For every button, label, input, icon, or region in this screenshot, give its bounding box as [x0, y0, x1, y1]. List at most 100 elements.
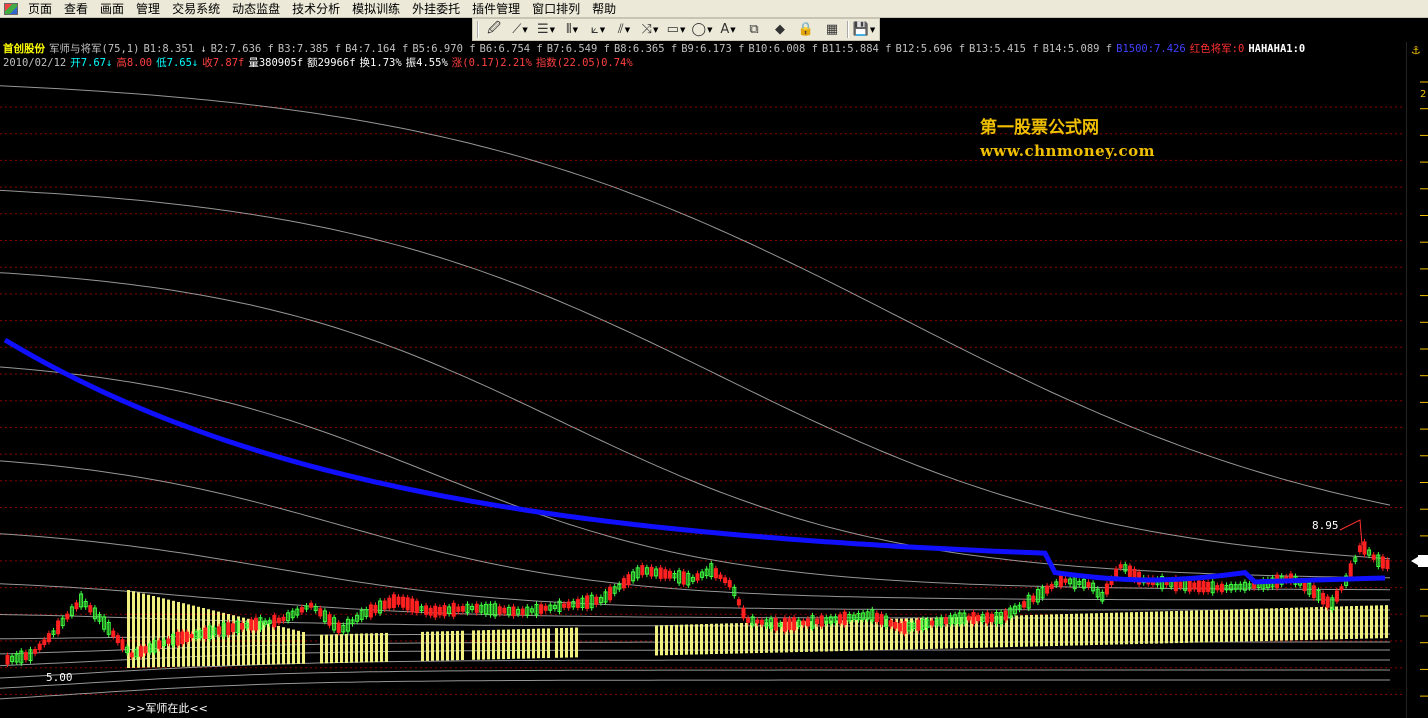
dropdown-arrow-icon[interactable]: ▼ [522, 26, 527, 34]
candle-body [1022, 601, 1027, 608]
menu-item-9[interactable]: 插件管理 [466, 0, 526, 18]
dropdown-arrow-icon[interactable]: ▼ [730, 26, 735, 34]
dropdown-arrow-icon[interactable]: ▼ [573, 26, 578, 34]
menu-item-4[interactable]: 交易系统 [166, 0, 226, 18]
channel-tool-icon[interactable]: ☰ ▼ [533, 19, 559, 40]
dropdown-arrow-icon[interactable]: ▼ [600, 26, 605, 34]
menu-item-7[interactable]: 模拟训练 [346, 0, 406, 18]
candle-body [46, 633, 51, 643]
candle-body [543, 605, 548, 611]
toolbar-separator [477, 21, 479, 38]
quote-volume: 量380905f [248, 57, 304, 69]
candle-body [1357, 545, 1362, 553]
candle-body [608, 586, 613, 601]
menu-item-3[interactable]: 管理 [130, 0, 166, 18]
indicator-info-line: 首创股份 军师与将军(75,1) B1:8.351 ↓ B2:7.636 f B3:… [3, 43, 1309, 56]
volume-bar [1235, 609, 1238, 642]
volume-bar [517, 629, 520, 659]
candle-body [879, 614, 884, 625]
volume-bar [380, 633, 383, 662]
dropdown-arrow-icon[interactable]: ▼ [680, 26, 685, 34]
volume-bar [1045, 614, 1048, 647]
lock-icon[interactable]: 🔒 [793, 19, 819, 40]
candle-body [1380, 556, 1385, 569]
volume-bar [1190, 610, 1193, 643]
volume-bar [1085, 613, 1088, 646]
volume-bar [1140, 611, 1143, 644]
kline-chart[interactable] [0, 70, 1428, 718]
candle-body [842, 611, 847, 625]
volume-bar [1170, 611, 1173, 644]
candle-body [166, 638, 171, 644]
volume-bar [1030, 615, 1033, 647]
candle-body [74, 602, 79, 610]
dropdown-arrow-icon[interactable]: ▼ [550, 26, 555, 34]
candle-body [792, 617, 797, 631]
candle-body [336, 622, 341, 633]
candle-body [253, 617, 258, 631]
volume-bar [477, 630, 480, 660]
volume-bar [282, 627, 285, 665]
text-tool-icon[interactable]: A ▼ [715, 19, 741, 40]
menu-item-10[interactable]: 窗口排列 [526, 0, 586, 18]
volume-bar [217, 611, 220, 666]
volume-bar [1195, 610, 1198, 643]
volume-bar [1115, 612, 1118, 645]
candle-body [120, 639, 125, 650]
b-value-14: B14:5.089 f [1042, 43, 1113, 55]
b-curve-6 [0, 533, 1390, 611]
fibonacci-tool-icon[interactable]: ⤨ ▼ [637, 19, 663, 40]
volume-bar [1175, 611, 1178, 644]
candle-body [424, 605, 429, 615]
cycle-tool-icon[interactable]: ⦀ ▼ [559, 19, 585, 40]
volume-bars [127, 590, 1388, 668]
candle-body [175, 631, 180, 646]
volume-bar [297, 630, 300, 664]
chart-grid [0, 106, 1405, 695]
volume-bar [1200, 610, 1203, 643]
parallel-tool-icon[interactable]: ⫽ ▼ [611, 19, 637, 40]
candle-body [451, 602, 456, 617]
rectangle-tool-icon[interactable]: ▭ ▼ [663, 19, 689, 40]
menu-item-2[interactable]: 画面 [94, 0, 130, 18]
volume-bar [1340, 606, 1343, 640]
volume-bar [740, 623, 743, 654]
volume-bar [655, 625, 658, 656]
volume-bar [685, 624, 688, 655]
candle-body [782, 617, 787, 632]
candle-body [157, 640, 162, 649]
menu-item-6[interactable]: 技术分析 [286, 0, 346, 18]
dropdown-arrow-icon[interactable]: ▼ [653, 26, 658, 34]
menu-item-11[interactable]: 帮助 [586, 0, 622, 18]
volume-bar [1385, 605, 1388, 639]
menu-item-0[interactable]: 页面 [22, 0, 58, 18]
line-tool-icon[interactable]: ⟋ ▼ [507, 19, 533, 40]
copy-icon[interactable]: ⧉ [741, 19, 767, 40]
grid-color-icon[interactable]: ▦ [819, 19, 845, 40]
menu-item-1[interactable]: 查看 [58, 0, 94, 18]
dropdown-arrow-icon[interactable]: ▼ [707, 26, 712, 34]
candle-body [111, 630, 116, 637]
save-icon[interactable]: 💾 ▼ [851, 19, 877, 40]
gann-tool-icon[interactable]: ⟀ ▼ [585, 19, 611, 40]
volume-bar [555, 628, 558, 658]
diamond-icon[interactable]: ◆ [767, 19, 793, 40]
candle-body [502, 607, 507, 614]
dropdown-arrow-icon[interactable]: ▼ [870, 26, 875, 34]
quote-info-line: 2010/02/12 开7.67↓ 高8.00 低7.65↓ 收7.87f 量3… [3, 57, 637, 70]
price-scale[interactable] [1406, 42, 1428, 718]
draw-tool-icon[interactable]: 🖉 [481, 19, 507, 40]
dropdown-arrow-icon[interactable]: ▼ [625, 26, 630, 34]
volume-bar [850, 620, 853, 651]
high-spike-line [1339, 519, 1363, 546]
volume-bar [482, 630, 485, 660]
volume-bar [1015, 615, 1018, 647]
menu-item-5[interactable]: 动态监盘 [226, 0, 286, 18]
app-icon[interactable] [0, 0, 22, 18]
ellipse-tool-icon[interactable]: ◯ ▼ [689, 19, 715, 40]
b-value-7: B7:6.549 f [546, 43, 610, 55]
menu-item-8[interactable]: 外挂委托 [406, 0, 466, 18]
volume-bar [431, 631, 434, 661]
candle-body [966, 615, 971, 621]
volume-bar [375, 633, 378, 663]
